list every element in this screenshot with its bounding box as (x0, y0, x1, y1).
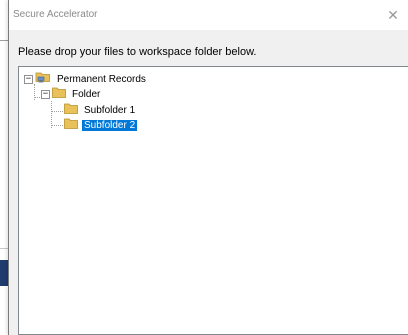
collapse-toggle[interactable]: − (24, 74, 33, 84)
tree-node-label: Permanent Records (57, 73, 146, 85)
tree-node-label: Folder (72, 88, 101, 100)
tree-connector (51, 111, 63, 112)
workspace-folder-tree[interactable]: − Permanent Records − Folder Subfolder 1… (18, 66, 408, 335)
tree-connector (34, 97, 40, 98)
tree-connector (51, 125, 63, 126)
background-window-edge (0, 40, 8, 41)
drop-instruction-text: Please drop your files to workspace fold… (18, 46, 257, 58)
background-window-accent (0, 260, 8, 286)
secure-accelerator-dialog: Secure Accelerator ✕ Please drop your fi… (8, 0, 408, 335)
tree-node-label: Subfolder 1 (84, 104, 136, 116)
title-bar[interactable]: Secure Accelerator ✕ (9, 0, 408, 30)
collapse-toggle[interactable]: − (41, 89, 50, 99)
tree-node-subfolder-1[interactable]: Subfolder 1 (64, 103, 137, 117)
tree-node-root[interactable]: − Permanent Records (24, 72, 148, 86)
folder-icon (64, 116, 78, 134)
background-window-edge (0, 248, 8, 249)
network-folder-icon (35, 70, 51, 88)
tree-node-folder[interactable]: − Folder (41, 87, 102, 101)
tree-node-subfolder-2[interactable]: Subfolder 2 (64, 116, 138, 134)
tree-connector (51, 101, 52, 128)
tree-node-label-selected: Subfolder 2 (82, 119, 138, 131)
window-title: Secure Accelerator (13, 9, 98, 20)
close-button[interactable]: ✕ (378, 0, 408, 30)
close-icon: ✕ (387, 6, 399, 23)
